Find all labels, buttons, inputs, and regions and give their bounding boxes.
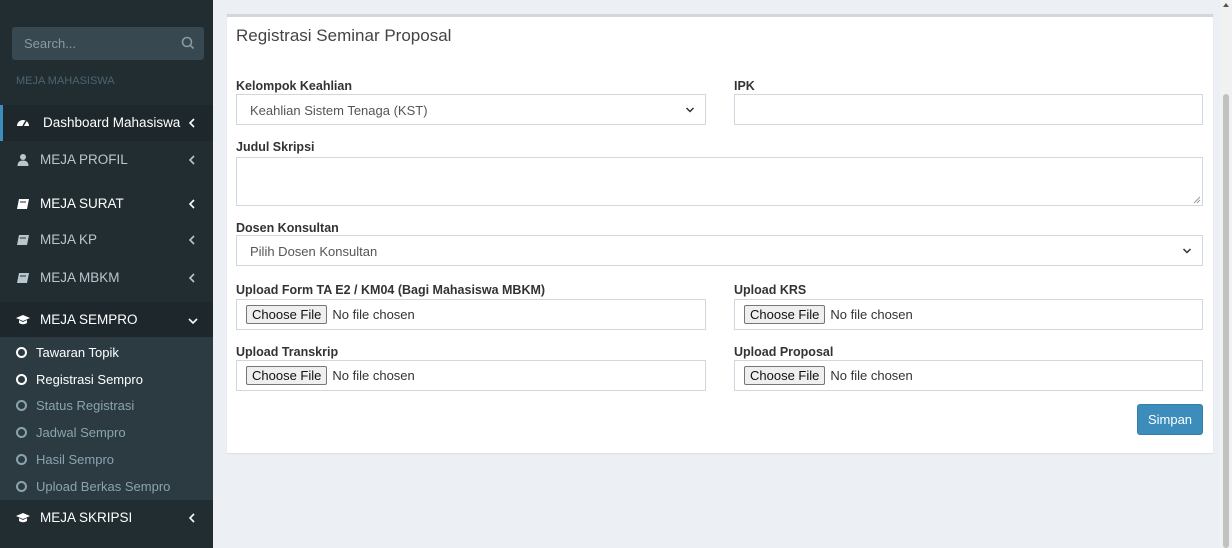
sidebar-item-dashboard[interactable]: Dashboard Mahasiswa — [0, 105, 213, 141]
submenu-item-status-registrasi[interactable]: Status Registrasi — [16, 394, 134, 416]
simpan-button[interactable]: Simpan — [1137, 404, 1203, 435]
file-status: No file chosen — [332, 307, 415, 322]
file-status: No file chosen — [332, 368, 415, 383]
choose-file-button[interactable]: Choose File — [744, 366, 826, 385]
choose-file-button[interactable]: Choose File — [744, 305, 826, 324]
submenu-item-label: Status Registrasi — [36, 397, 135, 413]
circle-icon — [16, 399, 27, 411]
scroll-up-arrow-icon[interactable] — [1223, 2, 1229, 8]
chevron-left-icon — [188, 273, 195, 283]
judul-skripsi-textarea[interactable] — [236, 157, 1203, 206]
sidebar: MEJA MAHASISWA Dashboard Mahasiswa MEJA … — [0, 0, 213, 548]
sidebar-item-label: Dashboard Mahasiswa — [43, 115, 181, 130]
upload-transkrip-label: Upload Transkrip — [236, 345, 339, 359]
chevron-left-icon — [188, 155, 195, 165]
ipk-label: IPK — [734, 79, 755, 93]
chevron-down-icon — [685, 107, 695, 113]
submenu-item-label: Jadwal Sempro — [36, 424, 126, 440]
circle-icon — [16, 453, 27, 465]
sidebar-item-label: MEJA SKRIPSI — [40, 510, 133, 525]
dosen-konsultan-select[interactable]: Pilih Dosen Konsultan — [236, 235, 1203, 266]
chevron-down-icon — [1182, 248, 1192, 254]
search-input[interactable] — [12, 27, 172, 60]
upload-krs-input: Choose File No file chosen — [734, 299, 1203, 330]
kelompok-keahlian-value: Keahlian Sistem Tenaga (KST) — [250, 103, 428, 118]
graduation-cap-icon — [16, 513, 30, 523]
sidebar-item-skripsi[interactable]: MEJA SKRIPSI — [0, 500, 213, 536]
sidebar-item-label: MEJA MBKM — [40, 270, 120, 285]
upload-form-ta-label: Upload Form TA E2 / KM04 (Bagi Mahasiswa… — [236, 283, 546, 297]
sidebar-item-label: MEJA SEMPRO — [40, 312, 138, 327]
sidebar-item-mbkm[interactable]: MEJA MBKM — [0, 260, 213, 296]
circle-icon — [16, 426, 27, 438]
sempro-submenu: Tawaran Topik Registrasi Sempro Status R… — [0, 337, 213, 500]
kelompok-keahlian-select[interactable]: Keahlian Sistem Tenaga (KST) — [236, 94, 706, 125]
sidebar-section-header: MEJA MAHASISWA — [16, 75, 115, 87]
chevron-down-icon — [188, 318, 198, 325]
dashboard-icon — [17, 120, 29, 127]
chevron-left-icon — [188, 199, 195, 209]
upload-krs-label: Upload KRS — [734, 283, 807, 297]
choose-file-button[interactable]: Choose File — [246, 366, 328, 385]
chevron-left-icon — [188, 513, 195, 523]
user-icon — [17, 154, 29, 166]
chevron-left-icon — [188, 235, 195, 245]
page-title: Registrasi Seminar Proposal — [236, 26, 452, 45]
scrollbar-thumb[interactable] — [1223, 94, 1229, 548]
book-icon — [17, 235, 29, 245]
dosen-konsultan-label: Dosen Konsultan — [236, 221, 339, 235]
sidebar-item-surat[interactable]: MEJA SURAT — [0, 186, 213, 222]
dosen-konsultan-value: Pilih Dosen Konsultan — [250, 244, 378, 259]
sidebar-item-kp[interactable]: MEJA KP — [0, 222, 213, 258]
choose-file-button[interactable]: Choose File — [246, 305, 328, 324]
book-icon — [17, 273, 29, 283]
search-icon[interactable] — [180, 35, 196, 51]
submenu-item-label: Registrasi Sempro — [36, 371, 143, 387]
upload-proposal-label: Upload Proposal — [734, 345, 834, 359]
file-status: No file chosen — [830, 307, 913, 322]
ipk-input[interactable] — [734, 94, 1203, 125]
upload-form-ta-input: Choose File No file chosen — [236, 299, 706, 330]
submenu-item-upload-berkas-sempro[interactable]: Upload Berkas Sempro — [16, 475, 170, 497]
submenu-item-tawaran-topik[interactable]: Tawaran Topik — [16, 341, 119, 363]
submenu-item-label: Tawaran Topik — [36, 344, 119, 360]
page-scrollbar[interactable] — [1220, 0, 1232, 548]
submenu-item-registrasi-sempro[interactable]: Registrasi Sempro — [16, 368, 143, 390]
upload-transkrip-input: Choose File No file chosen — [236, 360, 706, 391]
graduation-cap-icon — [16, 315, 30, 325]
sidebar-item-sempro[interactable]: MEJA SEMPRO — [0, 302, 213, 338]
circle-icon — [16, 480, 27, 492]
file-status: No file chosen — [830, 368, 913, 383]
book-icon — [17, 199, 29, 209]
chevron-left-icon — [188, 118, 195, 128]
submenu-item-jadwal-sempro[interactable]: Jadwal Sempro — [16, 421, 126, 443]
upload-proposal-input: Choose File No file chosen — [734, 360, 1203, 391]
registration-form-box: Registrasi Seminar Proposal Kelompok Kea… — [227, 14, 1213, 453]
circle-icon — [16, 346, 27, 358]
kelompok-keahlian-label: Kelompok Keahlian — [236, 79, 352, 93]
sidebar-item-label: MEJA KP — [40, 232, 98, 247]
sidebar-item-profil[interactable]: MEJA PROFIL — [0, 142, 213, 178]
sidebar-item-label: MEJA PROFIL — [40, 152, 128, 167]
sidebar-item-label: MEJA SURAT — [40, 196, 124, 211]
resize-handle-icon[interactable] — [1193, 196, 1201, 204]
circle-icon — [16, 373, 27, 385]
sidebar-search-form — [12, 27, 204, 60]
submenu-item-label: Upload Berkas Sempro — [36, 478, 171, 494]
submenu-item-label: Hasil Sempro — [36, 451, 115, 467]
judul-skripsi-label: Judul Skripsi — [236, 140, 315, 154]
submenu-item-hasil-sempro[interactable]: Hasil Sempro — [16, 448, 114, 470]
